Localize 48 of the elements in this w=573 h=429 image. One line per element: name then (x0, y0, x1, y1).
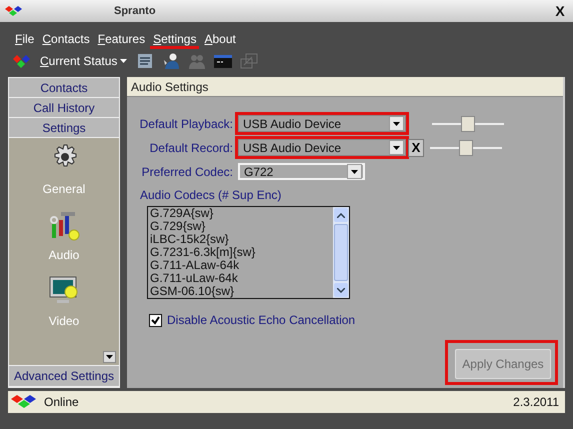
list-item[interactable]: G.729{sw} (150, 220, 333, 233)
list-item[interactable]: G.711-ALaw-64k (150, 259, 333, 272)
list-item[interactable]: G.729A{sw} (150, 207, 333, 220)
field-label: Preferred Codec: (140, 164, 233, 180)
menu-item[interactable]: Contacts (39, 32, 93, 48)
caret-icon (393, 146, 400, 150)
caret-icon (120, 59, 128, 63)
scrollbar[interactable] (333, 207, 349, 298)
menu-item[interactable]: Features (94, 32, 148, 48)
status-icon (10, 394, 38, 410)
clear-button[interactable]: X (408, 138, 424, 156)
version-text: 2.3.2011 (513, 394, 559, 411)
panel-header: Audio Settings (127, 77, 563, 97)
field-label: Default Record: (148, 140, 233, 156)
dropdown[interactable]: USB Audio Device (238, 139, 406, 156)
sidebar-tab[interactable]: Advanced Settings (9, 365, 119, 387)
terminal-icon[interactable] (213, 52, 234, 70)
menu-item[interactable]: File (12, 32, 38, 48)
slider-track[interactable] (432, 114, 504, 132)
dropdown[interactable]: G722 (238, 163, 365, 180)
checkbox[interactable] (149, 314, 162, 326)
logo-icon (12, 53, 32, 69)
caret-icon (106, 355, 113, 359)
menu-item[interactable]: About (201, 32, 239, 48)
logo-icon (4, 4, 24, 18)
checkbox-label: Disable Acoustic Echo Cancellation (167, 312, 356, 329)
user-icon[interactable] (161, 52, 182, 70)
slider-track[interactable] (430, 138, 502, 156)
slider-thumb[interactable] (461, 116, 475, 132)
list-item[interactable]: G.711-uLaw-64k (150, 272, 333, 285)
dropdown[interactable]: USB Audio Device (238, 115, 406, 132)
close-button[interactable]: X (551, 2, 569, 20)
window-title: Spranto (114, 4, 156, 19)
field-label: Default Playback: (138, 116, 233, 132)
status-text: Online (44, 394, 79, 411)
status-dropdown[interactable]: Current Status (38, 52, 130, 70)
sidebar-tab[interactable]: Settings (9, 118, 119, 138)
list-item[interactable]: G.7231-6.3k[m]{sw} (150, 246, 333, 259)
sidebar-tab[interactable]: Contacts (9, 78, 119, 98)
slider-thumb[interactable] (459, 140, 473, 156)
list-label: Audio Codecs (# Sup Enc) (140, 187, 282, 204)
menu-item[interactable]: Settings (150, 32, 200, 48)
list-item[interactable]: iLBC-15k2{sw} (150, 233, 333, 246)
list-item[interactable]: GSM-06.10{sw} (150, 285, 333, 298)
caret-icon (393, 122, 400, 126)
scroll-down-button[interactable] (103, 351, 116, 363)
caret-icon (351, 170, 358, 174)
sidebar-tab[interactable]: Call History (9, 98, 119, 118)
